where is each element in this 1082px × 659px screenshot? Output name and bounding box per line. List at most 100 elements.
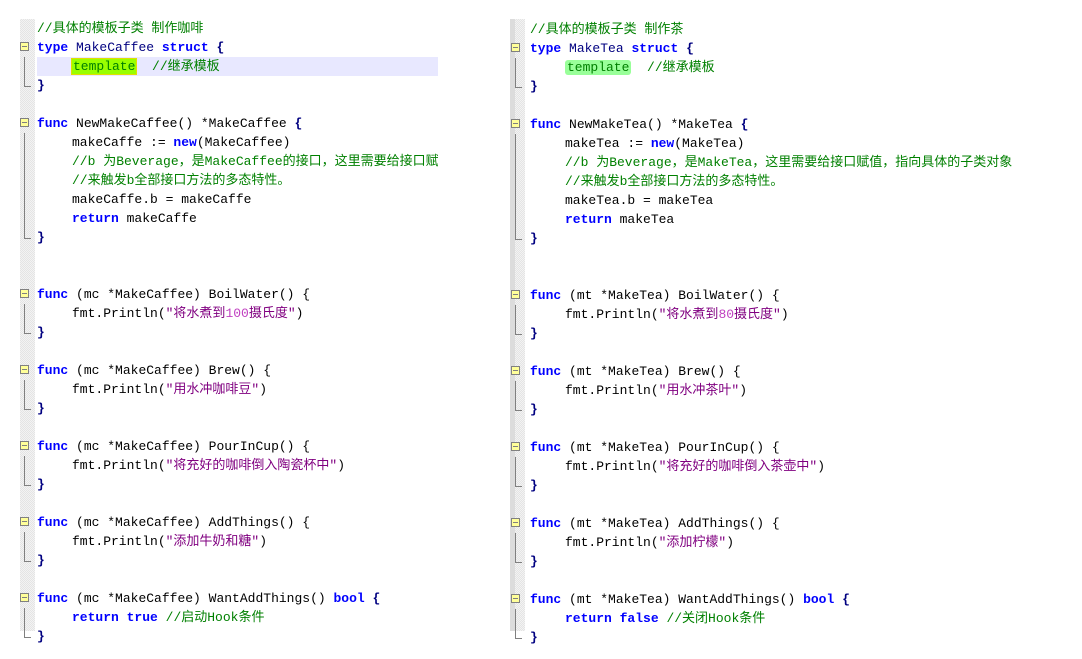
code-line: } — [515, 324, 1082, 343]
fold-collapse-icon[interactable] — [511, 119, 520, 128]
code-text: (MakeTea) — [674, 136, 745, 151]
highlighted-word: template — [70, 58, 138, 75]
fold-collapse-icon[interactable] — [511, 442, 520, 451]
keyword: return — [72, 211, 119, 226]
brace: } — [37, 629, 45, 644]
code-line: func (mt *MakeTea) Brew() { — [511, 362, 1082, 381]
code-lines: //具体的模板子类 制作咖啡 type MakeCaffee struct { … — [20, 19, 438, 646]
brace: } — [530, 478, 538, 493]
highlighted-word: template — [565, 60, 632, 75]
comment: //继承模板 — [152, 59, 220, 74]
fold-collapse-icon[interactable] — [511, 43, 520, 52]
code-line: fmt.Println("添加牛奶和糖") — [24, 532, 438, 551]
keyword: bool — [803, 592, 835, 607]
func-signature: (mt *MakeTea) WantAddThings() — [569, 592, 804, 607]
code-line: return false //关闭Hook条件 — [515, 609, 1082, 628]
code-editor-right[interactable]: //具体的模板子类 制作茶 type MakeTea struct { temp… — [510, 19, 1082, 659]
brace: { — [686, 41, 694, 56]
func-signature: (mc *MakeCaffee) BoilWater() { — [76, 287, 311, 302]
fold-collapse-icon[interactable] — [20, 365, 29, 374]
code-line: } — [24, 399, 438, 418]
code-editor-left[interactable]: //具体的模板子类 制作咖啡 type MakeCaffee struct { … — [20, 19, 438, 659]
fold-collapse-icon[interactable] — [20, 289, 29, 298]
brace: { — [842, 592, 850, 607]
string: "用水冲咖啡豆" — [165, 382, 260, 397]
code-line: } — [515, 476, 1082, 495]
comment: //继承模板 — [647, 60, 715, 75]
code-text: makeTea.b = makeTea — [565, 193, 714, 208]
code-line: } — [24, 228, 438, 247]
code-text: ) — [337, 458, 346, 473]
brace: { — [372, 591, 381, 606]
fold-collapse-icon[interactable] — [511, 290, 520, 299]
brace: } — [37, 477, 45, 492]
code-text: fmt.Println( — [565, 307, 659, 322]
code-line: return makeTea — [515, 210, 1082, 229]
brace: } — [530, 402, 538, 417]
brace: } — [37, 401, 45, 416]
brace: } — [37, 553, 45, 568]
code-line: } — [515, 552, 1082, 571]
func-signature: (mc *MakeCaffee) AddThings() { — [76, 515, 311, 530]
keyword: func — [37, 515, 69, 530]
func-signature: (mc *MakeCaffee) PourInCup() { — [76, 439, 311, 454]
code-line: fmt.Println("将充好的咖啡倒入陶瓷杯中") — [24, 456, 438, 475]
func-signature: NewMakeTea() *MakeTea — [569, 117, 733, 132]
code-text: makeTea — [619, 212, 675, 227]
comment: //b 为Beverage，是MakeCaffee的接口，这里需要给接口赋值，指… — [72, 154, 438, 169]
code-text: fmt.Println( — [565, 383, 659, 398]
keyword: bool — [333, 591, 365, 606]
code-line: makeCaffe := new(MakeCaffee) — [24, 133, 438, 152]
keyword: struct — [161, 40, 209, 55]
code-line: func NewMakeTea() *MakeTea { — [511, 115, 1082, 134]
code-line: func (mc *MakeCaffee) BoilWater() { — [20, 285, 438, 304]
code-line: fmt.Println("将水煮到100摄氏度") — [24, 304, 438, 323]
fold-collapse-icon[interactable] — [511, 518, 520, 527]
code-line: template //继承模板 — [515, 58, 1082, 77]
fold-collapse-icon[interactable] — [20, 42, 29, 51]
fold-collapse-icon[interactable] — [20, 441, 29, 450]
fold-collapse-icon[interactable] — [511, 594, 520, 603]
code-line: //b 为Beverage，是MakeCaffee的接口，这里需要给接口赋值，指… — [24, 152, 438, 171]
code-text: ) — [726, 535, 735, 550]
comment: //b 为Beverage，是MakeTea，这里需要给接口赋值，指向具体的子类… — [565, 155, 1013, 170]
code-line: fmt.Println("将充好的咖啡倒入茶壶中") — [515, 457, 1082, 476]
fold-collapse-icon[interactable] — [20, 118, 29, 127]
fold-collapse-icon[interactable] — [511, 366, 520, 375]
func-signature: (mt *MakeTea) PourInCup() { — [569, 440, 780, 455]
keyword: func — [530, 440, 562, 455]
brace: } — [530, 326, 538, 341]
keyword: struct — [631, 41, 679, 56]
brace: { — [294, 116, 303, 131]
code-line: makeTea := new(MakeTea) — [515, 134, 1082, 153]
code-line: //具体的模板子类 制作茶 — [530, 20, 1082, 39]
code-line: func NewMakeCaffee() *MakeCaffee { — [20, 114, 438, 133]
comment: //启动Hook条件 — [165, 610, 265, 625]
fold-collapse-icon[interactable] — [20, 593, 29, 602]
func-signature: (mt *MakeTea) Brew() { — [569, 364, 741, 379]
code-line: fmt.Println("用水冲茶叶") — [515, 381, 1082, 400]
func-signature: (mt *MakeTea) AddThings() { — [569, 516, 780, 531]
code-line: fmt.Println("添加柠檬") — [515, 533, 1082, 552]
keyword: func — [37, 116, 69, 131]
fold-collapse-icon[interactable] — [20, 517, 29, 526]
keyword: return — [565, 611, 612, 626]
string: "将水煮到 — [658, 307, 719, 322]
keyword: new — [173, 135, 197, 150]
code-line: //来触发b全部接口方法的多态特性。 — [515, 172, 1082, 191]
comment: //来触发b全部接口方法的多态特性。 — [72, 173, 291, 188]
brace: } — [530, 231, 538, 246]
code-line: makeTea.b = makeTea — [515, 191, 1082, 210]
func-signature: (mc *MakeCaffee) Brew() { — [76, 363, 272, 378]
code-line: type MakeCaffee struct { — [20, 38, 438, 57]
number: 100 — [225, 306, 249, 321]
code-line: func (mt *MakeTea) PourInCup() { — [511, 438, 1082, 457]
brace: } — [37, 78, 45, 93]
